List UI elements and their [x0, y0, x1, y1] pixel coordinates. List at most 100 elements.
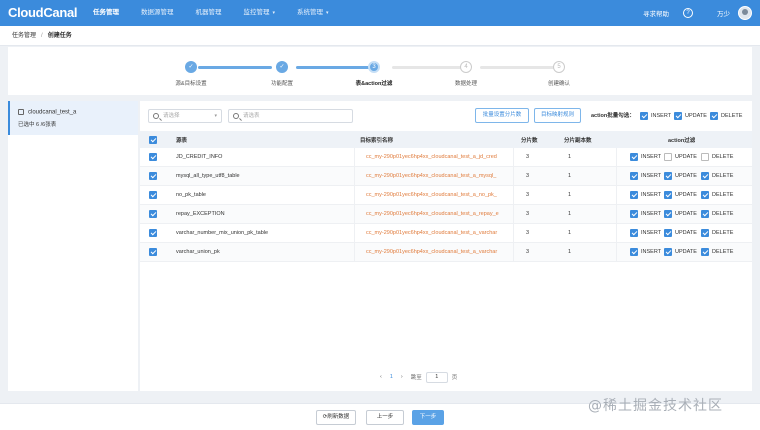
checkbox[interactable] [149, 172, 157, 180]
action-bulk-label: action批量勾选： [591, 113, 635, 119]
action-delete[interactable]: DELETE [701, 148, 739, 166]
action-update[interactable]: UPDATE [664, 186, 703, 204]
checkbox[interactable] [664, 172, 672, 180]
target-index-name[interactable]: cc_my-290p01yec6hp4xx_cloudcanal_test_a_… [366, 224, 506, 242]
nav-item-datasources[interactable]: 数据源管理 [141, 0, 174, 26]
action-bulk-insert[interactable]: INSERT [640, 112, 677, 120]
page-number[interactable]: 1 [390, 374, 393, 380]
replica-count[interactable]: 1 [568, 205, 571, 223]
checkbox-label: UPDATE [675, 249, 697, 255]
target-index-name[interactable]: cc_my-290p01yec6hp4xx_cloudcanal_test_a_… [366, 148, 506, 166]
checkbox[interactable] [701, 191, 709, 199]
refresh-button[interactable]: ⟳刷新数据 [316, 410, 356, 425]
app-logo[interactable]: CloudCanal [8, 5, 78, 20]
username[interactable]: 万少 [717, 8, 730, 18]
checkbox[interactable] [640, 112, 648, 120]
action-bulk-update[interactable]: UPDATE [674, 112, 713, 120]
shard-count[interactable]: 3 [526, 205, 529, 223]
action-update[interactable]: UPDATE [664, 148, 703, 166]
bulk-shard-button[interactable]: 批量设置分片数 [475, 108, 529, 123]
breadcrumb-root[interactable]: 任务管理 [12, 33, 36, 39]
help-link[interactable]: 寻求帮助 [643, 8, 669, 18]
shard-count[interactable]: 3 [526, 186, 529, 204]
target-index-name[interactable]: cc_my-290p01yec6hp4xx_cloudcanal_test_a_… [366, 205, 506, 223]
next-step-button[interactable]: 下一步 [412, 410, 444, 425]
action-delete[interactable]: DELETE [701, 224, 739, 242]
shard-count[interactable]: 3 [526, 148, 529, 166]
checkbox[interactable] [630, 191, 638, 199]
checkbox[interactable] [630, 229, 638, 237]
nav-item-machines[interactable]: 机器管理 [196, 0, 222, 26]
action-delete[interactable]: DELETE [701, 167, 739, 185]
target-index-name[interactable]: cc_my-290p01yec6hp4xx_cloudcanal_test_a_… [366, 243, 506, 261]
checkbox[interactable] [149, 210, 157, 218]
nav-item-tasks[interactable]: 任务管理 [93, 0, 119, 26]
replica-count[interactable]: 1 [568, 243, 571, 261]
select-all-checkbox[interactable] [149, 135, 157, 144]
checkbox[interactable] [701, 248, 709, 256]
checkbox[interactable] [630, 153, 638, 161]
action-insert[interactable]: INSERT [630, 243, 667, 261]
checkbox[interactable] [664, 229, 672, 237]
checkbox[interactable] [664, 210, 672, 218]
checkbox[interactable] [701, 153, 709, 161]
checkbox[interactable] [701, 172, 709, 180]
schema-select[interactable]: 请选择 ▾ [148, 109, 222, 123]
source-table-name: JD_CREDIT_INFO [176, 154, 223, 160]
checkbox[interactable] [710, 112, 718, 120]
action-delete[interactable]: DELETE [701, 186, 739, 204]
checkbox[interactable] [149, 248, 157, 256]
target-index-name[interactable]: cc_my-290p01yec6hp4xx_cloudcanal_test_a_… [366, 186, 506, 204]
steps-panel: ✓ ✓ 3 4 5 源&目标设置 功能配置 表&action过滤 数据处理 创建… [8, 47, 752, 95]
action-insert[interactable]: INSERT [630, 148, 667, 166]
action-delete[interactable]: DELETE [701, 243, 739, 261]
checkbox[interactable] [630, 248, 638, 256]
prev-step-button[interactable]: 上一步 [366, 410, 404, 425]
replica-count[interactable]: 1 [568, 148, 571, 166]
action-update[interactable]: UPDATE [664, 205, 703, 223]
action-update[interactable]: UPDATE [664, 224, 703, 242]
pagination: ‹ 1 › 跳至 1 页 [380, 371, 457, 383]
mapping-rule-button[interactable]: 目标映射规则 [534, 108, 581, 123]
shard-count[interactable]: 3 [526, 243, 529, 261]
nav-item-monitoring[interactable]: 监控管理 ▾ [244, 0, 276, 26]
checkbox-label: INSERT [641, 249, 662, 255]
action-delete[interactable]: DELETE [701, 205, 739, 223]
checkbox[interactable] [701, 229, 709, 237]
checkbox[interactable] [664, 248, 672, 256]
shard-count[interactable]: 3 [526, 167, 529, 185]
action-insert[interactable]: INSERT [630, 167, 667, 185]
database-item[interactable]: cloudcanal_test_a 已选中 6 /6张表 [8, 101, 138, 135]
avatar[interactable] [738, 6, 752, 20]
action-insert[interactable]: INSERT [630, 205, 667, 223]
checkbox[interactable] [664, 191, 672, 199]
checkbox-label: UPDATE [685, 113, 707, 119]
checkbox[interactable] [149, 153, 157, 161]
checkbox[interactable] [674, 112, 682, 120]
question-icon[interactable]: ? [683, 8, 693, 18]
action-insert[interactable]: INSERT [630, 224, 667, 242]
prev-page-icon[interactable]: ‹ [380, 374, 382, 380]
shard-count[interactable]: 3 [526, 224, 529, 242]
action-update[interactable]: UPDATE [664, 167, 703, 185]
column-divider [354, 224, 355, 242]
checkbox[interactable] [630, 172, 638, 180]
checkbox[interactable] [701, 210, 709, 218]
next-page-icon[interactable]: › [401, 374, 403, 380]
table-search-input[interactable]: 请选表 [228, 109, 353, 123]
col-header-action: action过滤 [668, 137, 696, 144]
nav-item-system[interactable]: 系统管理 ▾ [297, 0, 329, 26]
checkbox[interactable] [149, 229, 157, 237]
nav-item-label: 系统管理 [297, 9, 324, 16]
replica-count[interactable]: 1 [568, 167, 571, 185]
replica-count[interactable]: 1 [568, 224, 571, 242]
replica-count[interactable]: 1 [568, 186, 571, 204]
checkbox[interactable] [664, 153, 672, 161]
checkbox[interactable] [149, 191, 157, 199]
action-update[interactable]: UPDATE [664, 243, 703, 261]
action-insert[interactable]: INSERT [630, 186, 667, 204]
checkbox[interactable] [630, 210, 638, 218]
action-bulk-delete[interactable]: DELETE [710, 112, 748, 120]
goto-page-input[interactable]: 1 [425, 371, 448, 383]
target-index-name[interactable]: cc_my-290p01yec6hp4xx_cloudcanal_test_a_… [366, 167, 506, 185]
